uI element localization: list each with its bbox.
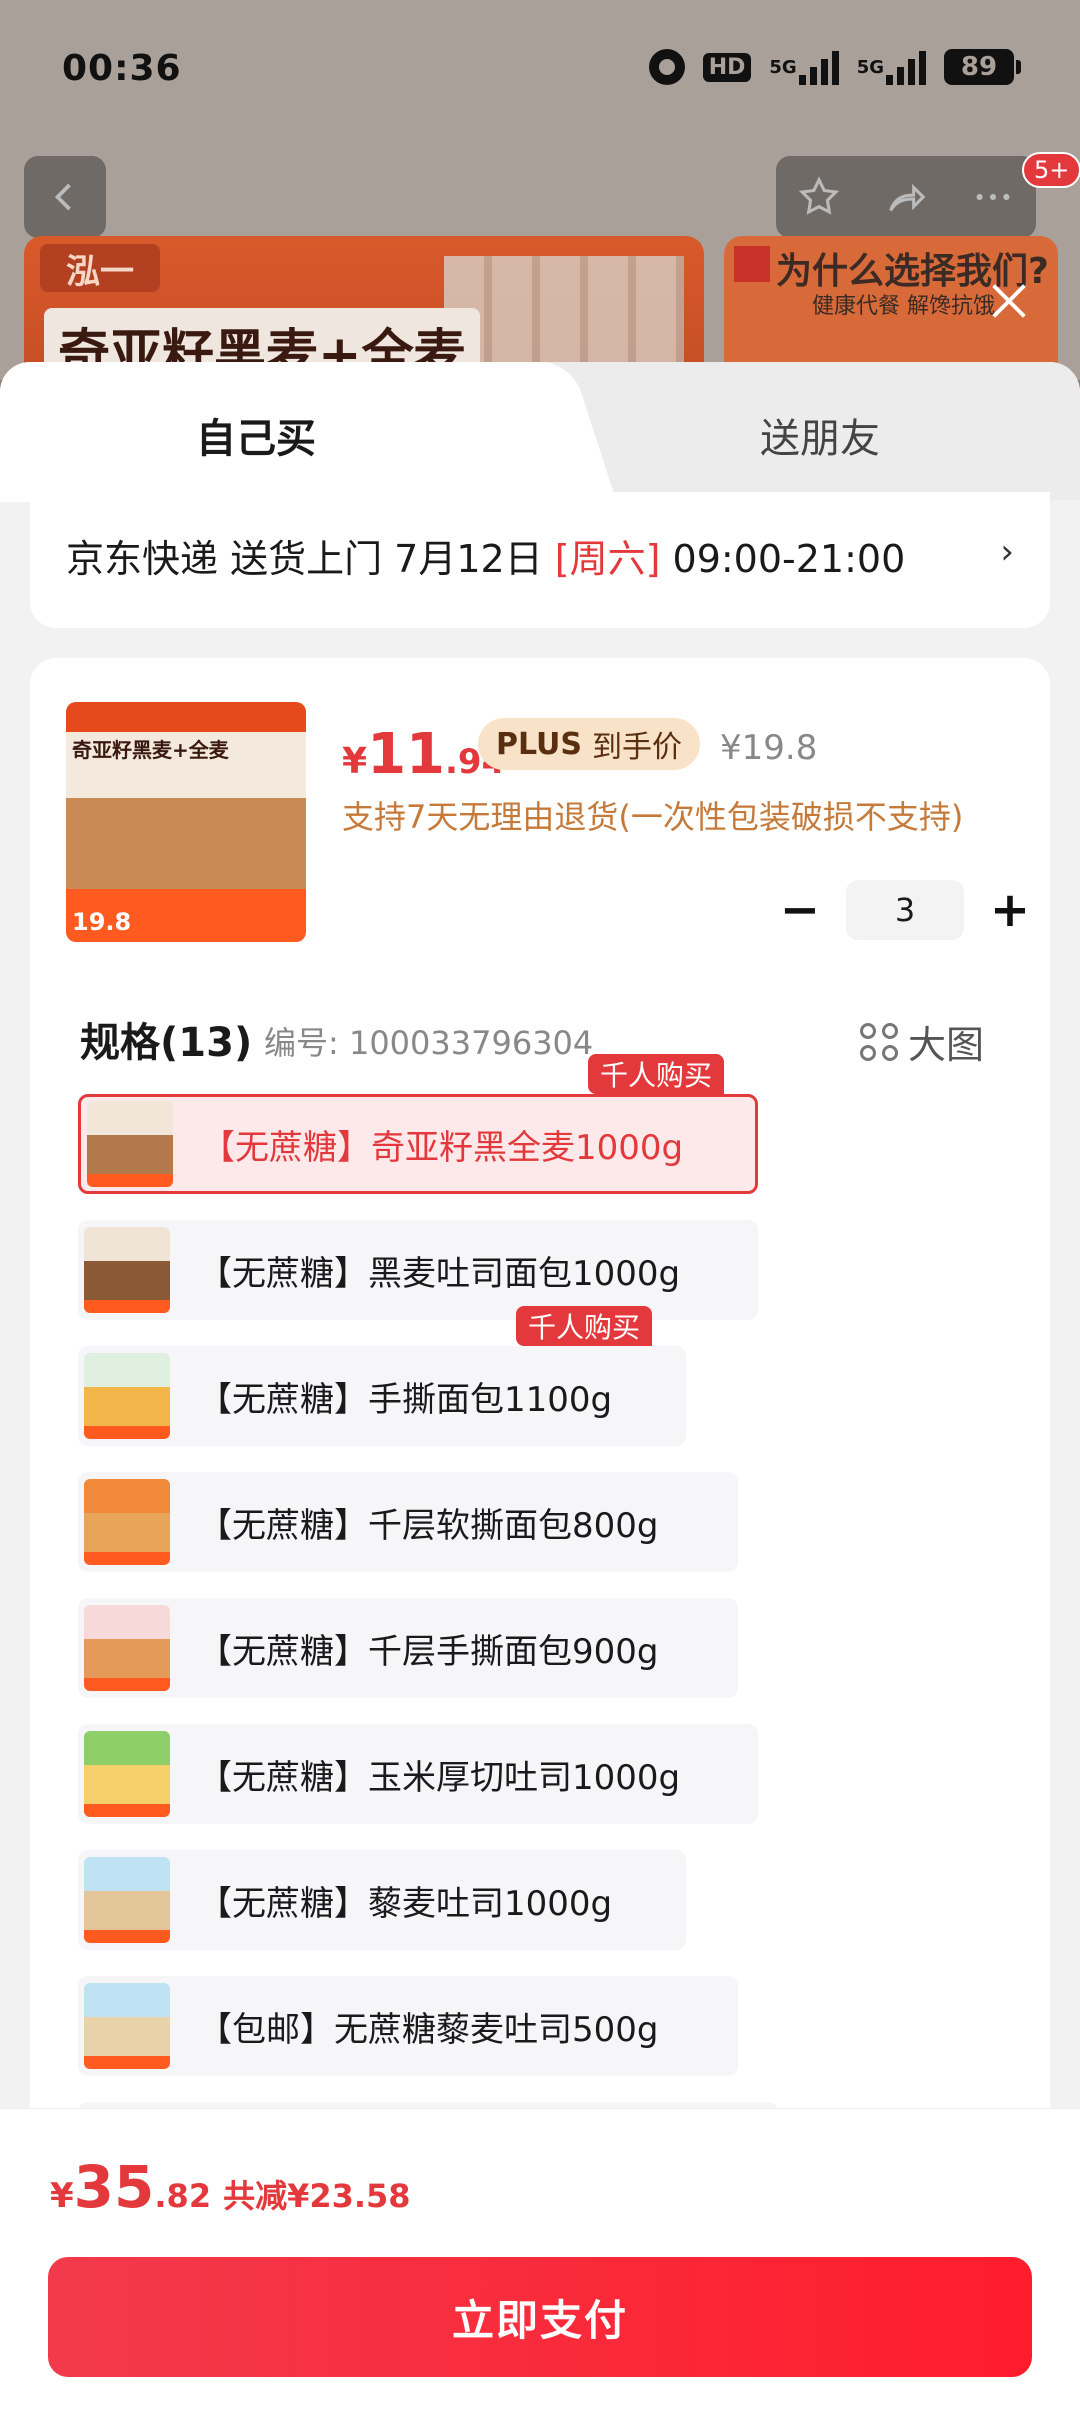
tab-self[interactable]: 自己买 xyxy=(196,406,316,464)
hd-icon: HD xyxy=(702,48,752,86)
variant-option[interactable]: 【无蔗糖】手撕面包1100g xyxy=(78,1346,686,1446)
price-currency: ¥ xyxy=(342,741,368,782)
checkout-footer: ¥ 35 .82 共减¥23.58 立即支付 xyxy=(0,2108,1080,2412)
original-price: ¥19.8 xyxy=(720,728,818,768)
return-policy: 支持7天无理由退货(一次性包装破损不支持) xyxy=(342,798,964,836)
delivery-prefix: 京东快递 送货上门 7月12日 xyxy=(66,537,555,581)
variant-option[interactable]: 【无蔗糖】奇亚籽黑全麦1000g xyxy=(78,1094,758,1194)
signal-icon-2: 5G xyxy=(857,48,926,86)
variant-option[interactable]: 【无蔗糖】千层软撕面包800g xyxy=(78,1472,738,1572)
variant-label: 【无蔗糖】黑麦吐司面包1000g xyxy=(198,1253,681,1294)
plus-price-tag: PLUS 到手价 xyxy=(478,718,701,770)
more-icon[interactable] xyxy=(970,174,1016,220)
star-icon[interactable] xyxy=(796,174,842,220)
variant-option[interactable]: 【包邮】无蔗糖藜麦吐司500g xyxy=(78,1976,738,2076)
decrease-button[interactable]: − xyxy=(770,880,830,940)
price-int: 11 xyxy=(367,722,445,787)
variant-label: 【包邮】无蔗糖藜麦吐司500g xyxy=(198,2009,659,2050)
plus-label: PLUS xyxy=(496,726,583,762)
delivery-time: 09:00-21:00 xyxy=(660,537,906,581)
variant-thumb xyxy=(84,1227,170,1313)
status-time: 00:36 xyxy=(62,48,182,89)
signal-icon-1: 5G xyxy=(769,48,839,86)
variant-thumb xyxy=(84,1479,170,1565)
variant-option[interactable]: 【无蔗糖】千层手撕面包900g xyxy=(78,1598,738,1698)
plus-suffix: 到手价 xyxy=(592,730,683,765)
banner-brand: 泓一 xyxy=(40,244,160,292)
thumb-price: 19.8 xyxy=(72,908,132,936)
delivery-text: 京东快递 送货上门 7月12日 [周六] 09:00-21:00 xyxy=(66,528,905,583)
total-currency: ¥ xyxy=(50,2176,74,2216)
variant-thumb xyxy=(84,1731,170,1817)
spec-title: 规格(13) xyxy=(80,1020,253,1066)
big-image-label: 大图 xyxy=(908,1023,985,1067)
variant-label: 【无蔗糖】玉米厚切吐司1000g xyxy=(198,1757,681,1798)
hot-tag: 千人购买 xyxy=(588,1054,725,1094)
total-saved: 共减¥23.58 xyxy=(223,2177,411,2215)
tab-friend[interactable]: 送朋友 xyxy=(760,406,880,464)
variant-option[interactable]: 【无蔗糖】藜麦吐司1000g xyxy=(78,1850,686,1950)
variant-option[interactable]: 【无蔗糖】玉米厚切吐司1000g xyxy=(78,1724,758,1824)
close-icon[interactable] xyxy=(986,278,1032,324)
purchase-tabs: 自己买 送朋友 xyxy=(0,362,1080,502)
delivery-day: [周六] xyxy=(554,537,661,581)
share-icon[interactable] xyxy=(883,174,929,220)
variant-thumb xyxy=(84,1857,170,1943)
variant-thumb xyxy=(84,1605,170,1691)
thumb-title: 奇亚籽黑麦+全麦 xyxy=(72,738,229,762)
total-price: ¥ 35 .82 共减¥23.58 xyxy=(50,2153,411,2221)
purchase-sheet: 自己买 送朋友 京东快递 送货上门 7月12日 [周六] 09:00-21:00… xyxy=(0,362,1080,2412)
status-bar: 00:36 HD 5G 5G 89 xyxy=(0,0,1080,140)
back-button[interactable] xyxy=(24,156,106,238)
variant-thumb xyxy=(87,1101,173,1187)
quantity-stepper: − 3 + xyxy=(770,880,1040,940)
status-icons: HD 5G 5G 89 xyxy=(648,48,1021,86)
variant-thumb xyxy=(84,1353,170,1439)
variant-label: 【无蔗糖】奇亚籽黑全麦1000g xyxy=(201,1127,684,1168)
chevron-left-icon xyxy=(54,183,71,211)
why-choose-sub: 健康代餐 解馋抗饿 xyxy=(812,294,995,319)
battery-icon: 89 xyxy=(944,49,1021,85)
top-actions xyxy=(776,156,1036,238)
background-product-page: 00:36 HD 5G 5G 89 5+ 泓一 奇亚籽黑麦+全麦 为什么选择我们… xyxy=(0,0,1080,386)
alarm-icon xyxy=(648,49,685,85)
variant-label: 【无蔗糖】手撕面包1100g xyxy=(198,1379,613,1420)
product-code: 编号: 100033796304 xyxy=(264,1024,594,1062)
increase-button[interactable]: + xyxy=(980,880,1040,940)
variant-option[interactable]: 【无蔗糖】黑麦吐司面包1000g xyxy=(78,1220,758,1320)
variant-label: 【无蔗糖】千层手撕面包900g xyxy=(198,1631,659,1672)
big-image-toggle[interactable]: 大图 xyxy=(860,1014,984,1069)
product-thumbnail[interactable]: 奇亚籽黑麦+全麦 19.8 xyxy=(66,702,306,942)
total-dec: .82 xyxy=(154,2177,212,2215)
chevron-right-icon: › xyxy=(1000,532,1014,572)
grid-icon xyxy=(860,1022,898,1061)
total-int: 35 xyxy=(73,2153,155,2221)
variant-label: 【无蔗糖】千层软撕面包800g xyxy=(198,1505,659,1546)
variant-label: 【无蔗糖】藜麦吐司1000g xyxy=(198,1883,613,1924)
delivery-row[interactable]: 京东快递 送货上门 7月12日 [周六] 09:00-21:00 › xyxy=(30,492,1050,628)
pay-now-button[interactable]: 立即支付 xyxy=(48,2257,1032,2377)
mini-logo xyxy=(734,246,770,282)
message-badge: 5+ xyxy=(1022,152,1080,188)
hot-tag: 千人购买 xyxy=(516,1306,653,1346)
variant-thumb xyxy=(84,1983,170,2069)
quantity-input[interactable]: 3 xyxy=(846,880,964,940)
